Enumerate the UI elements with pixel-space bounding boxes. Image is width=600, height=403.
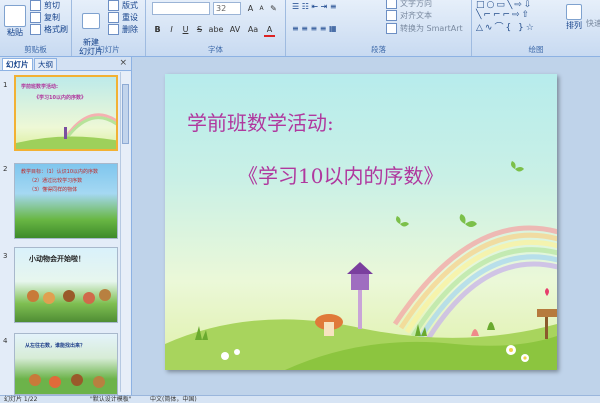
smartart-button[interactable]: 转换为 SmartArt (386, 23, 463, 34)
thumb-line: （3）懂得同样的物体 (29, 187, 78, 193)
pane-tabs: 幻灯片 大纲 × (0, 57, 131, 71)
underline-button[interactable]: U (180, 24, 191, 35)
paste-label: 粘贴 (7, 28, 23, 37)
slide-title[interactable]: 学前班数学活动: (187, 107, 334, 136)
smartart-icon (386, 23, 397, 34)
grow-font-button[interactable]: A (245, 3, 256, 14)
cut-button[interactable]: 剪切 (30, 0, 60, 11)
close-pane-icon[interactable]: × (119, 58, 127, 68)
thumb-animals (27, 289, 111, 304)
copy-button[interactable]: 复制 (30, 12, 60, 23)
slide-thumbnail-4[interactable]: 从左往右数，谁能找出来？ (14, 333, 118, 395)
font-name-field[interactable] (152, 2, 210, 15)
italic-button[interactable]: I (166, 24, 177, 35)
font-size-field[interactable]: 32 (213, 2, 241, 15)
slide-canvas: 学前班数学活动: 《学习10以内的序数》 (132, 57, 600, 395)
text-direction-icon (386, 0, 397, 9)
slides-pane: 幻灯片 大纲 × 1 学前班数学活动: 《学习10以内的序数》 2 教学目标：（… (0, 57, 132, 395)
reset-label: 重设 (122, 13, 138, 22)
thumb-animals (29, 374, 105, 388)
tab-slides[interactable]: 幻灯片 (2, 58, 33, 70)
layout-button[interactable]: 版式 (108, 0, 138, 11)
format-painter-label: 格式刷 (44, 25, 68, 34)
copy-icon (30, 12, 41, 23)
paste-button[interactable]: 粘贴 (4, 5, 26, 38)
smartart-label: 转换为 SmartArt (400, 24, 463, 33)
bullets-button[interactable]: ☰ ☷ ⇤ ⇥ ≡ (292, 2, 337, 11)
layout-icon (108, 0, 119, 11)
slide-thumbnail-2[interactable]: 教学目标：（1）认识10以内的序数 （2）通过比较学习序数 （3）懂得同样的物体 (14, 163, 118, 239)
paste-icon (4, 5, 26, 27)
ribbon: 粘贴 剪切 复制 格式刷 剪贴板 新建 幻灯片 版式 重设 删除 幻灯片 32 … (0, 0, 600, 57)
copy-label: 复制 (44, 13, 60, 22)
slide-thumbnail-3[interactable]: 小动物会开始啦！ (14, 247, 118, 323)
slide-editor[interactable]: 学前班数学活动: 《学习10以内的序数》 (165, 74, 557, 370)
align-text-button[interactable]: 对齐文本 (386, 10, 432, 21)
align-buttons[interactable]: ≡ ≡ ≡ ≡ ▦ (292, 24, 337, 33)
shapes-gallery[interactable]: □○▭╲⇨⇩ ╲⌐⌐⌐⇨⇧ △∿⌒{ }☆ (476, 0, 536, 33)
slide-number: 1 (3, 81, 8, 89)
arrange-button[interactable]: 排列 (564, 4, 584, 31)
clipboard-group-label: 剪贴板 (24, 45, 47, 54)
delete-slide-button[interactable]: 删除 (108, 24, 138, 35)
align-text-icon (386, 10, 397, 21)
spacing-button[interactable]: AV (228, 24, 242, 35)
slides-group: 新建 幻灯片 版式 重设 删除 幻灯片 (72, 0, 146, 56)
clear-format-button[interactable]: ✎ (268, 3, 279, 14)
bold-button[interactable]: B (152, 24, 163, 35)
tab-outline[interactable]: 大纲 (34, 58, 57, 70)
slide-number: 4 (3, 337, 8, 345)
layout-label: 版式 (122, 1, 138, 10)
clipboard-group: 粘贴 剪切 复制 格式刷 剪贴板 (0, 0, 72, 56)
arrange-icon (566, 4, 582, 20)
text-direction-button[interactable]: 文字方向 (386, 0, 432, 9)
font-group-label: 字体 (208, 45, 223, 54)
new-slide-icon (82, 13, 100, 29)
slide-subtitle[interactable]: 《学习10以内的序数》 (238, 160, 443, 189)
text-direction-label: 文字方向 (400, 0, 432, 8)
scissors-icon (30, 0, 41, 11)
arrange-label: 排列 (566, 21, 582, 30)
format-painter-button[interactable]: 格式刷 (30, 24, 68, 35)
shrink-font-button[interactable]: A (256, 3, 267, 14)
pane-scroll-thumb[interactable] (122, 84, 129, 144)
slides-group-label: 幻灯片 (97, 45, 120, 54)
font-group: 32 A A ✎ B I U S abe AV Aa A 字体 (146, 0, 286, 56)
shadow-button[interactable]: abe (208, 24, 224, 35)
quick-styles-button[interactable]: 快速 (586, 18, 600, 29)
delete-icon (108, 24, 119, 35)
reset-button[interactable]: 重设 (108, 12, 138, 23)
cut-label: 剪切 (44, 1, 60, 10)
align-text-label: 对齐文本 (400, 11, 432, 20)
strike-button[interactable]: S (194, 24, 205, 35)
slide-number: 3 (3, 252, 8, 260)
delete-label: 删除 (122, 25, 138, 34)
slide-number: 2 (3, 165, 8, 173)
reset-icon (108, 12, 119, 23)
drawing-group-label: 绘图 (528, 45, 544, 54)
thumb-line: （2）通过比较学习序数 (29, 178, 83, 184)
drawing-group: □○▭╲⇨⇩ ╲⌐⌐⌐⇨⇧ △∿⌒{ }☆ 排列 快速 绘图 (472, 0, 600, 56)
pane-scrollbar[interactable] (120, 72, 130, 392)
paragraph-group-label: 段落 (371, 45, 386, 54)
case-button[interactable]: Aa (246, 24, 260, 35)
paragraph-group: ☰ ☷ ⇤ ⇥ ≡ ≡ ≡ ≡ ≡ ▦ 文字方向 对齐文本 转换为 SmartA… (286, 0, 472, 56)
thumb-line: 教学目标：（1）认识10以内的序数 (21, 169, 99, 175)
brush-icon (30, 24, 41, 35)
slide-thumbnail-1[interactable]: 学前班数学活动: 《学习10以内的序数》 (14, 75, 118, 151)
thumb-scene (16, 113, 116, 149)
font-color-button[interactable]: A (264, 24, 275, 37)
